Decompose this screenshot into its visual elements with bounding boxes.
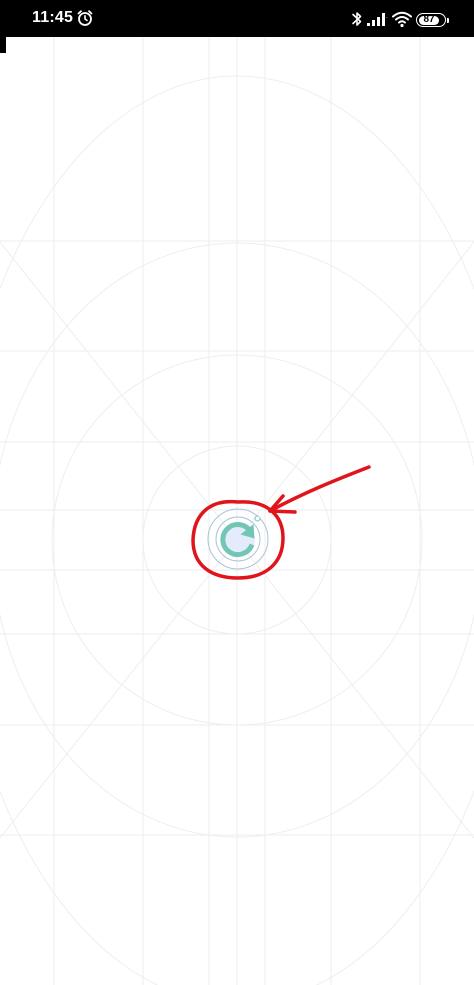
refresh-button[interactable] — [207, 508, 269, 570]
bluetooth-icon — [352, 12, 362, 26]
battery-icon: 87 — [416, 13, 449, 27]
svg-text:.: . — [386, 14, 388, 20]
app-screen: 11:45 . 87 — [0, 0, 474, 985]
status-bar: 11:45 . 87 — [0, 0, 474, 37]
alarm-icon — [77, 10, 93, 26]
wifi-icon — [392, 11, 412, 28]
refresh-icon — [220, 515, 261, 558]
battery-level: 87 — [423, 14, 435, 25]
battery-cap — [447, 17, 449, 23]
status-time: 11:45 — [32, 9, 74, 26]
signal-icon: . — [367, 13, 388, 26]
